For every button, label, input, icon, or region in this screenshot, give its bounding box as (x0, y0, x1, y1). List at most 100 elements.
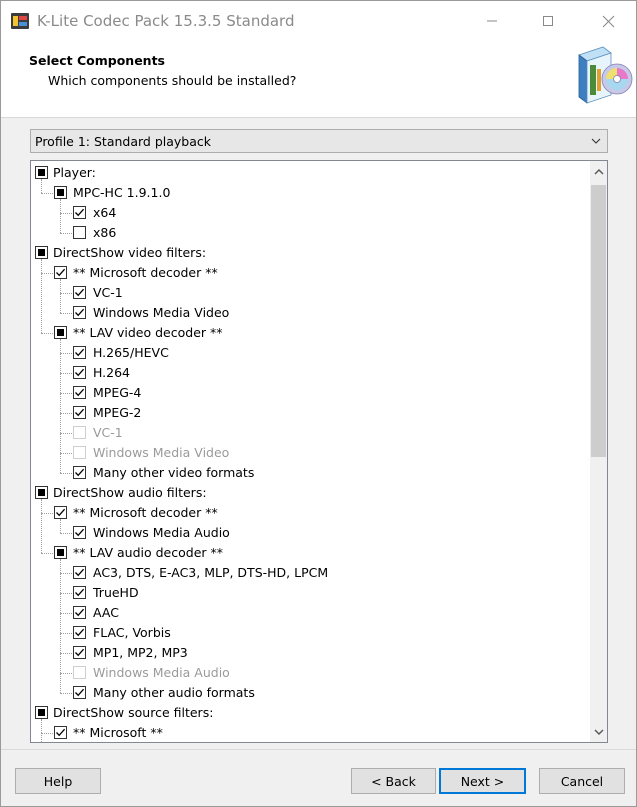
component-checkbox[interactable] (35, 246, 48, 259)
checkmark-icon (75, 388, 85, 397)
component-checkbox[interactable] (54, 506, 67, 519)
component-tree[interactable]: Player: MPC-HC 1.9.1.0 x64 x86 DirectShow vi… (30, 160, 608, 743)
component-checkbox[interactable] (73, 566, 86, 579)
profile-dropdown[interactable]: Profile 1: Standard playback (30, 129, 608, 153)
component-checkbox[interactable] (73, 526, 86, 539)
component-checkbox[interactable] (73, 366, 86, 379)
footer-separator (1, 749, 636, 750)
tree-item[interactable]: TrueHD (31, 583, 591, 603)
tree-item[interactable]: H.264 (31, 363, 591, 383)
component-checkbox[interactable] (73, 226, 86, 239)
checkmark-icon (75, 348, 85, 357)
component-checkbox[interactable] (73, 466, 86, 479)
next-button[interactable]: Next > (439, 768, 526, 794)
tree-item[interactable]: DirectShow audio filters: (31, 483, 591, 503)
component-checkbox[interactable] (73, 386, 86, 399)
component-checkbox[interactable] (73, 606, 86, 619)
tree-item-label: DirectShow video filters: (53, 245, 207, 260)
tree-item-label: Player: (53, 165, 96, 180)
component-checkbox[interactable] (35, 486, 48, 499)
tree-item[interactable]: DirectShow video filters: (31, 243, 591, 263)
component-checkbox[interactable] (54, 326, 67, 339)
tree-item[interactable]: ** Microsoft ** (31, 723, 591, 742)
software-box-cd-icon (578, 46, 633, 104)
tree-item[interactable]: Many other video formats (31, 463, 591, 483)
page-title: Select Components (29, 53, 165, 68)
component-checkbox[interactable] (54, 266, 67, 279)
scrollbar-thumb[interactable] (591, 185, 606, 457)
tree-item-label: MP1, MP2, MP3 (93, 645, 188, 660)
checkmark-icon (75, 528, 85, 537)
tree-scrollbar[interactable] (590, 161, 607, 742)
component-checkbox (73, 426, 86, 439)
component-checkbox[interactable] (35, 706, 48, 719)
scroll-down-button[interactable] (590, 723, 607, 740)
component-checkbox[interactable] (73, 586, 86, 599)
maximize-button[interactable] (525, 1, 571, 41)
tree-item-label: MPC-HC 1.9.1.0 (73, 185, 171, 200)
tree-item-label: FLAC, Vorbis (93, 625, 171, 640)
tree-item-label: ** Microsoft decoder ** (73, 265, 218, 280)
tree-item-label: Windows Media Video (93, 305, 230, 320)
tree-item[interactable]: AC3, DTS, E-AC3, MLP, DTS-HD, LPCM (31, 563, 591, 583)
component-checkbox[interactable] (54, 186, 67, 199)
tree-item[interactable]: MPC-HC 1.9.1.0 (31, 183, 591, 203)
component-checkbox[interactable] (73, 686, 86, 699)
tree-item-label: AC3, DTS, E-AC3, MLP, DTS-HD, LPCM (93, 565, 329, 580)
tree-item[interactable]: H.265/HEVC (31, 343, 591, 363)
tree-item[interactable]: ** LAV video decoder ** (31, 323, 591, 343)
tree-item-label: MPEG-4 (93, 385, 142, 400)
tree-item[interactable]: Player: (31, 163, 591, 183)
component-checkbox[interactable] (73, 406, 86, 419)
help-button[interactable]: Help (15, 768, 101, 794)
tree-item-label: VC-1 (93, 285, 123, 300)
back-button[interactable]: < Back (351, 768, 436, 794)
tree-item[interactable]: x64 (31, 203, 591, 223)
tree-item[interactable]: AAC (31, 603, 591, 623)
profile-selected-value: Profile 1: Standard playback (35, 134, 211, 149)
tree-item[interactable]: DirectShow source filters: (31, 703, 591, 723)
component-tree-items: Player: MPC-HC 1.9.1.0 x64 x86 DirectShow vi… (31, 161, 591, 742)
tree-item[interactable]: MPEG-2 (31, 403, 591, 423)
component-checkbox[interactable] (35, 166, 48, 179)
tree-item-label: ** Microsoft ** (73, 725, 163, 740)
tree-item[interactable]: ** LAV audio decoder ** (31, 543, 591, 563)
tree-item[interactable]: MP1, MP2, MP3 (31, 643, 591, 663)
component-checkbox[interactable] (73, 306, 86, 319)
tree-item[interactable]: MPEG-4 (31, 383, 591, 403)
component-checkbox[interactable] (73, 346, 86, 359)
component-checkbox[interactable] (73, 286, 86, 299)
tree-item[interactable]: Windows Media Audio (31, 523, 591, 543)
checkmark-icon (56, 268, 66, 277)
checkmark-icon (56, 508, 66, 517)
component-checkbox[interactable] (73, 626, 86, 639)
minimize-button[interactable] (469, 1, 515, 41)
close-button[interactable] (585, 1, 631, 41)
cancel-button[interactable]: Cancel (539, 768, 625, 794)
component-checkbox[interactable] (54, 546, 67, 559)
tree-item-label: H.264 (93, 365, 131, 380)
title-bar: K-Lite Codec Pack 15.3.5 Standard (1, 1, 636, 41)
scroll-up-button[interactable] (590, 163, 607, 180)
checkmark-icon (75, 588, 85, 597)
checkmark-icon (75, 288, 85, 297)
tree-item[interactable]: VC-1 (31, 283, 591, 303)
tree-item-label: ** LAV video decoder ** (73, 325, 223, 340)
close-icon (602, 15, 614, 27)
tree-item-label: TrueHD (93, 585, 139, 600)
tree-item-label: Windows Media Audio (93, 525, 230, 540)
checkmark-icon (75, 368, 85, 377)
component-checkbox[interactable] (54, 726, 67, 739)
tree-item-label: x64 (93, 205, 117, 220)
tree-item[interactable]: Windows Media Video (31, 303, 591, 323)
tree-item[interactable]: Many other audio formats (31, 683, 591, 703)
installer-window: K-Lite Codec Pack 15.3.5 Standard Select… (0, 0, 637, 807)
tree-item[interactable]: ** Microsoft decoder ** (31, 503, 591, 523)
component-checkbox[interactable] (73, 206, 86, 219)
tree-item: Windows Media Audio (31, 663, 591, 683)
tree-item[interactable]: ** Microsoft decoder ** (31, 263, 591, 283)
tree-item[interactable]: FLAC, Vorbis (31, 623, 591, 643)
tree-item[interactable]: x86 (31, 223, 591, 243)
chevron-down-icon (591, 138, 601, 144)
component-checkbox[interactable] (73, 646, 86, 659)
